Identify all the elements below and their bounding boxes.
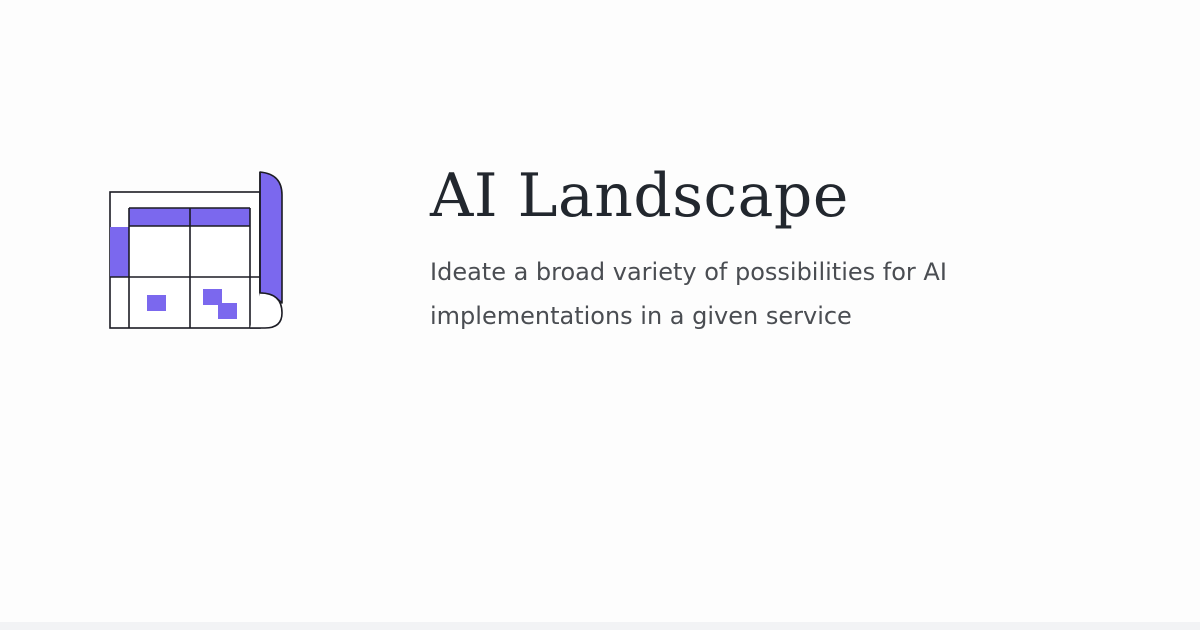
footer-divider: [0, 622, 1200, 630]
landscape-blueprint-icon: [100, 165, 300, 345]
page-title: AI Landscape: [430, 161, 849, 231]
page-description: Ideate a broad variety of possibilities …: [430, 258, 947, 330]
hero-text: AI Landscape Ideate a broad variety of p…: [430, 160, 1150, 338]
hero-card: AI Landscape Ideate a broad variety of p…: [0, 0, 1200, 630]
